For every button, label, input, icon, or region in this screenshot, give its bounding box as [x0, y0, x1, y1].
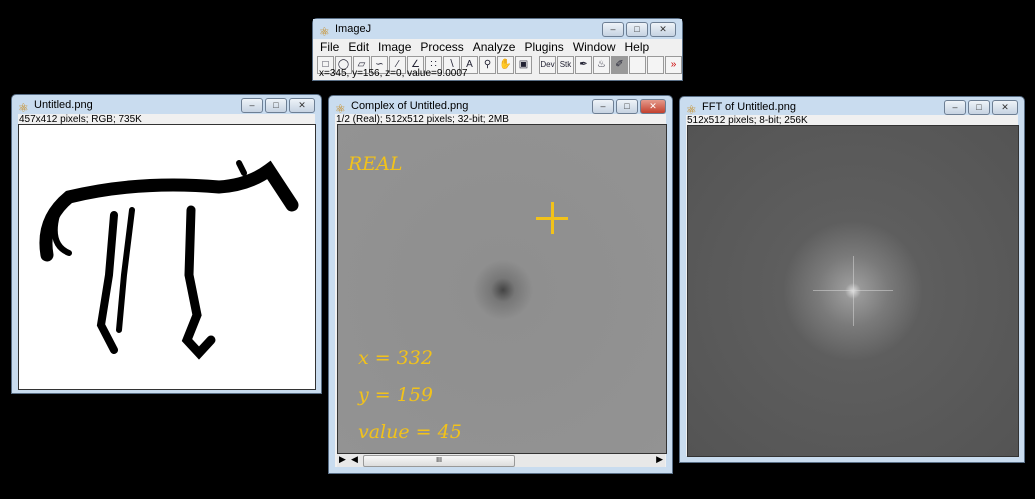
hand-tool[interactable]: ✋ [497, 56, 514, 74]
menu-bar: File Edit Image Process Analyze Plugins … [313, 39, 682, 55]
menu-image[interactable]: Image [378, 39, 411, 55]
close-button[interactable]: ✕ [289, 98, 315, 113]
fft-canvas[interactable] [687, 125, 1019, 457]
close-button[interactable]: ✕ [992, 100, 1018, 115]
menu-analyze[interactable]: Analyze [473, 39, 516, 55]
y-coordinate-label: y = 159 [358, 384, 433, 406]
imagej-icon: ⚛ [319, 25, 330, 39]
complex-image-window: ⚛ Complex of Untitled.png – □ ✕ 1/2 (Real);… [328, 95, 673, 474]
more-tools-button[interactable]: » [665, 56, 682, 74]
fft-cross [853, 256, 854, 326]
fft-image-window: ⚛ FFT of Untitled.png – □ ✕ 512x512 pixels;… [679, 96, 1025, 463]
minimize-button[interactable]: – [592, 99, 614, 114]
close-button[interactable]: ✕ [640, 99, 666, 114]
magnifier-tool[interactable]: ⚲ [479, 56, 496, 74]
menu-edit[interactable]: Edit [348, 39, 369, 55]
crosshair-cursor [551, 202, 554, 234]
menu-process[interactable]: Process [420, 39, 463, 55]
x-coordinate-label: x = 332 [358, 347, 433, 369]
window-title: Complex of Untitled.png [351, 100, 469, 112]
status-bar: x=345, y=156, z=0, value=9.0007 [319, 68, 468, 79]
window-title: ImageJ [335, 23, 372, 35]
value-label: value = 45 [358, 421, 462, 443]
title-bar[interactable]: ⚛ FFT of Untitled.png – □ ✕ [680, 97, 1024, 117]
maximize-button[interactable]: □ [968, 100, 990, 115]
stk-menu[interactable]: Stk [557, 56, 574, 74]
stack-scrollbar[interactable]: ▶ ◀ III ▶ [337, 454, 665, 467]
brush-tool[interactable]: ✒ [575, 56, 592, 74]
color-picker-tool[interactable]: ▣ [515, 56, 532, 74]
maximize-button[interactable]: □ [626, 22, 648, 37]
scroll-left-arrow[interactable]: ◀ [351, 454, 358, 465]
menu-plugins[interactable]: Plugins [524, 39, 563, 55]
real-label: REAL [348, 153, 403, 175]
scroll-right-arrow[interactable]: ▶ [656, 454, 663, 465]
minimize-button[interactable]: – [241, 98, 263, 113]
window-title: Untitled.png [34, 99, 93, 111]
empty-tool-slot[interactable] [629, 56, 646, 74]
untitled-image-window: ⚛ Untitled.png – □ ✕ 457x412 pixels; RGB; 7… [11, 94, 322, 394]
flood-fill-tool[interactable]: ♨ [593, 56, 610, 74]
menu-window[interactable]: Window [573, 39, 616, 55]
menu-help[interactable]: Help [625, 39, 650, 55]
maximize-button[interactable]: □ [265, 98, 287, 113]
imagej-main-window: ⚛ ImageJ – □ ✕ File Edit Image Process Anal… [312, 18, 683, 81]
dev-menu[interactable]: Dev [539, 56, 556, 74]
image-canvas[interactable]: REAL x = 332 y = 159 value = 45 [337, 124, 667, 454]
title-bar[interactable]: ⚛ Complex of Untitled.png – □ ✕ [329, 96, 672, 116]
play-button[interactable]: ▶ [339, 454, 346, 465]
minimize-button[interactable]: – [944, 100, 966, 115]
empty-tool-slot[interactable] [647, 56, 664, 74]
scrollbar-thumb[interactable]: III [363, 455, 515, 467]
pencil-tool[interactable]: ✐ [611, 56, 628, 74]
title-bar[interactable]: ⚛ ImageJ – □ ✕ [313, 19, 682, 39]
image-canvas[interactable] [18, 124, 316, 390]
minimize-button[interactable]: – [602, 22, 624, 37]
window-title: FFT of Untitled.png [702, 101, 796, 113]
title-bar[interactable]: ⚛ Untitled.png – □ ✕ [12, 95, 321, 115]
maximize-button[interactable]: □ [616, 99, 638, 114]
pi-drawing [39, 160, 299, 360]
close-button[interactable]: ✕ [650, 22, 676, 37]
